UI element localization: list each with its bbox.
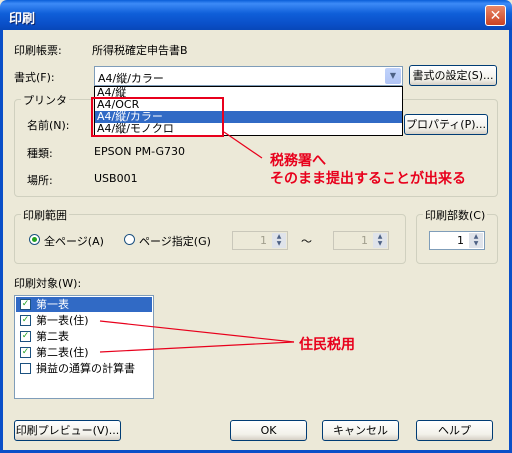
list-item[interactable]: 損益の通算の計算書 (16, 361, 152, 376)
cancel-button[interactable]: キャンセル (322, 420, 399, 441)
list-item-label: 第一表(住) (36, 314, 89, 327)
printer-name-label: 名前(N): (27, 119, 70, 132)
print-preview-button[interactable]: 印刷プレビュー(V)... (14, 420, 121, 441)
page-spec-label: ページ指定(G) (139, 235, 211, 248)
style-select[interactable]: A4/縦/カラー ▼ (94, 66, 403, 86)
style-label: 書式(F): (14, 71, 55, 84)
list-item[interactable]: ✓ 第一表(住) (16, 313, 152, 328)
list-item[interactable]: ✓ 第二表(住) (16, 345, 152, 360)
checkbox[interactable]: ✓ (20, 347, 31, 358)
annotation-resident-tax: 住民税用 (299, 337, 355, 353)
checkbox[interactable]: ✓ (20, 331, 31, 342)
ok-button[interactable]: OK (230, 420, 307, 441)
range-separator: ～ (301, 235, 312, 248)
help-button[interactable]: ヘルプ (416, 420, 493, 441)
from-page-value: 1 (260, 234, 267, 247)
highlight-box (91, 97, 224, 137)
form-label: 印刷帳票: (14, 44, 62, 57)
title-bar: 印刷 ✕ (0, 0, 512, 30)
copies-title: 印刷部数(C) (423, 207, 488, 223)
printer-group-title: プリンタ (21, 92, 69, 108)
spinner-arrows-icon[interactable]: ▲ ▼ (469, 233, 483, 248)
print-range-title: 印刷範囲 (21, 207, 69, 223)
close-button[interactable]: ✕ (485, 5, 506, 26)
form-value: 所得税確定申告書B (92, 44, 188, 57)
style-settings-button[interactable]: 書式の設定(S)... (409, 65, 497, 86)
annotation-tax-office-2: そのまま提出することが出来る (270, 171, 466, 187)
list-item-label: 第二表(住) (36, 346, 89, 359)
style-select-value: A4/縦/カラー (98, 72, 164, 85)
printer-location-value: USB001 (94, 172, 138, 185)
window-title: 印刷 (9, 12, 36, 27)
spinner-arrows-icon[interactable]: ▲ ▼ (373, 233, 387, 248)
list-item[interactable]: ✓ 第一表 (16, 297, 152, 312)
checkbox[interactable]: ✓ (20, 315, 31, 326)
list-item-label: 損益の通算の計算書 (36, 362, 135, 375)
targets-list[interactable]: ✓ 第一表 ✓ 第一表(住) ✓ 第二表 ✓ 第二表(住) 損益の通算の計算書 (14, 295, 154, 399)
targets-label: 印刷対象(W): (14, 277, 82, 290)
from-page-spinner[interactable]: 1 ▲ ▼ (232, 231, 288, 250)
all-pages-label: 全ページ(A) (44, 235, 104, 248)
printer-location-label: 場所: (27, 174, 53, 187)
list-item-label: 第二表 (36, 330, 69, 343)
copies-spinner[interactable]: 1 ▲ ▼ (429, 231, 485, 250)
close-icon: ✕ (489, 8, 502, 24)
spinner-arrows-icon[interactable]: ▲ ▼ (272, 233, 286, 248)
to-page-value: 1 (361, 234, 368, 247)
printer-properties-button[interactable]: プロパティ(P)... (404, 114, 488, 135)
printer-type-label: 種類: (27, 147, 53, 160)
checkbox[interactable] (20, 363, 31, 374)
checkbox[interactable]: ✓ (20, 299, 31, 310)
list-item-label: 第一表 (36, 298, 69, 311)
page-spec-radio[interactable] (124, 234, 135, 245)
to-page-spinner[interactable]: 1 ▲ ▼ (333, 231, 389, 250)
annotation-tax-office-1: 税務署へ (270, 153, 326, 169)
all-pages-radio[interactable] (29, 234, 40, 245)
copies-value: 1 (457, 234, 464, 247)
chevron-down-icon[interactable]: ▼ (385, 68, 401, 84)
printer-type-value: EPSON PM-G730 (94, 145, 185, 158)
list-item[interactable]: ✓ 第二表 (16, 329, 152, 344)
